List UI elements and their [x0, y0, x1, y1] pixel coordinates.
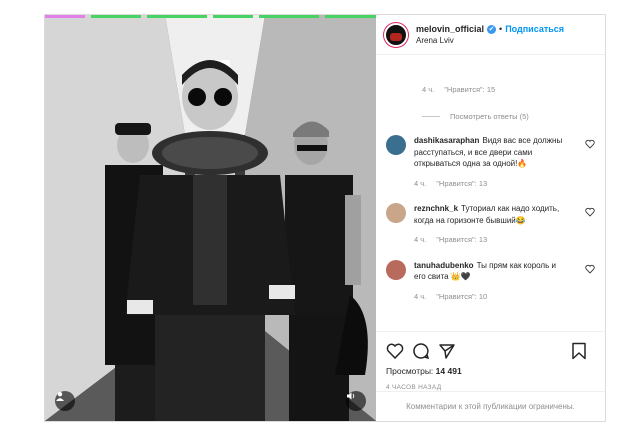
comment-likes[interactable]: "Нравится": 13: [436, 234, 487, 246]
heart-icon[interactable]: [585, 264, 595, 274]
action-icons: [386, 338, 595, 364]
post-header: melovin_official ✔ • Подписаться Arena L…: [376, 15, 605, 55]
verified-icon: ✔: [487, 24, 497, 34]
comment-time: 4 ч.: [422, 85, 435, 94]
comment-icon[interactable]: [412, 342, 430, 360]
comment-username[interactable]: reznchnk_k: [414, 204, 458, 213]
replies-line: [422, 116, 440, 117]
reply-meta: 4 ч. "Нравится": 15: [422, 85, 595, 94]
comment-time: 4 ч.: [414, 291, 427, 301]
bookmark-icon[interactable]: [571, 342, 587, 360]
avatar[interactable]: [384, 22, 408, 47]
comment-avatar[interactable]: [386, 135, 406, 155]
heart-icon[interactable]: [585, 207, 595, 217]
views-count: Просмотры: 14 491: [386, 366, 595, 376]
comments-list[interactable]: 4 ч. "Нравится": 15 Посмотреть ответы (5…: [376, 55, 605, 331]
comment-avatar[interactable]: [386, 259, 406, 280]
follow-button[interactable]: Подписаться: [505, 24, 564, 34]
view-replies-button[interactable]: Посмотреть ответы (5): [422, 112, 595, 121]
user-icon: [56, 392, 64, 401]
location-link[interactable]: Arena Lviv: [416, 36, 564, 45]
share-icon[interactable]: [438, 342, 456, 360]
comment-username[interactable]: tanuhadubenko: [414, 261, 474, 270]
comment-item: dashikasaraphan Видя вас все должны расст…: [386, 135, 595, 189]
heart-icon[interactable]: [386, 342, 404, 360]
page: melovin_official ✔ • Подписаться Arena L…: [0, 0, 620, 434]
post-time[interactable]: 4 ЧАСОВ НАЗАД: [386, 384, 595, 391]
sound-button[interactable]: [346, 391, 366, 411]
comments-disabled-notice: Комментарии к этой публикации ограничены…: [376, 391, 605, 421]
views-label: Просмотры:: [386, 366, 434, 376]
comment-meta: 4 ч. "Нравится": 13: [414, 234, 564, 246]
video-player[interactable]: [45, 15, 376, 421]
post-sidebar: melovin_official ✔ • Подписаться Arena L…: [376, 15, 605, 421]
comment-body: dashikasaraphan Видя вас все должны расст…: [414, 135, 564, 189]
view-replies-label: Посмотреть ответы (5): [450, 112, 529, 121]
views-number: 14 491: [435, 366, 462, 376]
comment-item: reznchnk_k Туториал как надо ходить, когд…: [386, 203, 595, 246]
comment-time: 4 ч.: [414, 235, 427, 244]
comment-meta: 4 ч. "Нравится": 13: [414, 178, 564, 190]
comment-likes[interactable]: "Нравится": 13: [436, 178, 487, 190]
comment-avatar[interactable]: [386, 203, 406, 223]
comment-time: 4 ч.: [414, 178, 427, 188]
tagged-users-button[interactable]: [55, 391, 75, 411]
comment-meta: 4 ч. "Нравится": 10: [414, 291, 564, 303]
comment-body: tanuhadubenko Ты прям как король и его св…: [414, 260, 564, 303]
header-text: melovin_official ✔ • Подписаться Arena L…: [416, 24, 564, 45]
header-row: melovin_official ✔ • Подписаться: [416, 24, 564, 34]
comment-username[interactable]: dashikasaraphan: [414, 136, 479, 145]
comment-item: tanuhadubenko Ты прям как король и его св…: [386, 259, 595, 303]
post-dialog: melovin_official ✔ • Подписаться Arena L…: [44, 14, 606, 422]
comment-likes[interactable]: "Нравится": 15: [444, 85, 495, 94]
video-frame: [45, 15, 376, 421]
username-link[interactable]: melovin_official: [416, 24, 484, 34]
comment-body: reznchnk_k Туториал как надо ходить, когд…: [414, 203, 564, 246]
action-bar: Просмотры: 14 491 4 ЧАСОВ НАЗАД Коммента…: [376, 331, 605, 421]
sound-icon: [347, 392, 355, 400]
separator-dot: •: [499, 24, 503, 34]
comment-likes[interactable]: "Нравится": 10: [436, 291, 487, 303]
heart-icon[interactable]: [585, 139, 595, 149]
